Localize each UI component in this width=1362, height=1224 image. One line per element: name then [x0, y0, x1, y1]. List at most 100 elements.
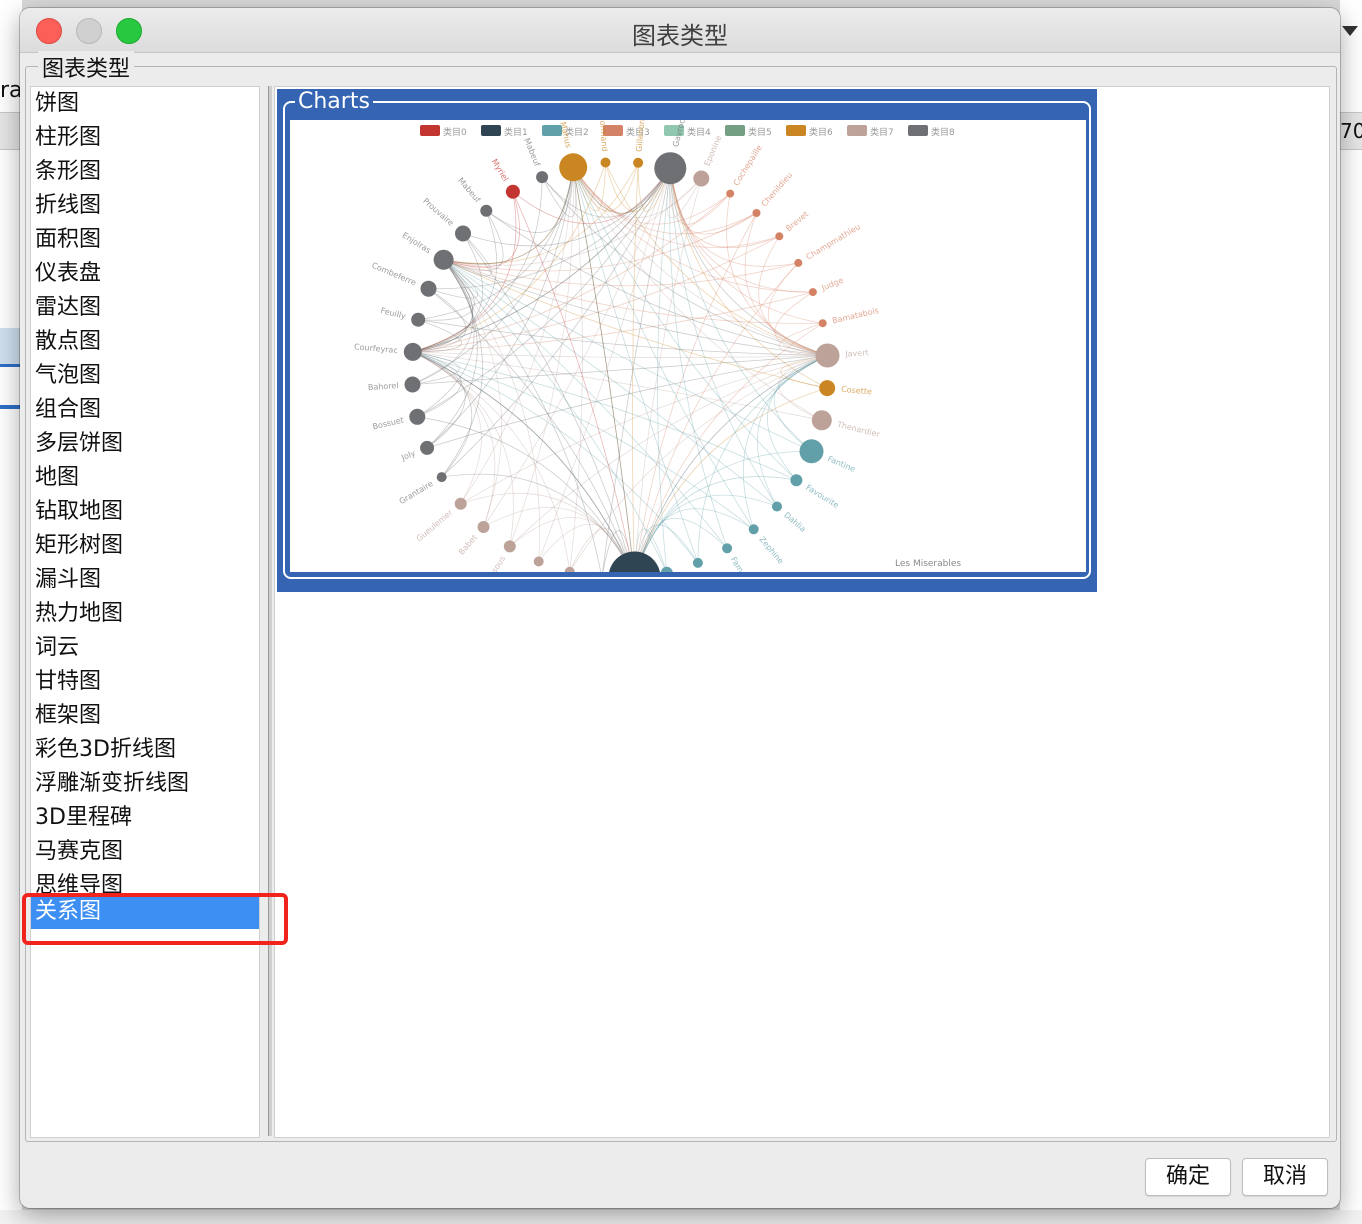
ok-button[interactable]: 确定 — [1145, 1158, 1231, 1196]
title-bar[interactable]: 图表类型 — [20, 8, 1340, 53]
graph-node — [477, 521, 490, 533]
chart-type-item[interactable]: 词云 — [31, 631, 259, 665]
graph-node-label: Champmathieu — [805, 222, 862, 261]
graph-node — [433, 249, 454, 270]
graph-node — [409, 408, 426, 425]
graph-node-label: Enjolras — [401, 231, 433, 255]
chart-preview-canvas: 类目0类目1类目2类目3类目4类目5类目6类目7类目8MabeufMariusM… — [290, 81, 1086, 653]
group-title: 图表类型 — [38, 51, 135, 83]
chart-type-item[interactable]: 折线图 — [31, 189, 259, 223]
graph-node-label: Mabeuf — [522, 137, 542, 168]
graph-node — [808, 288, 817, 297]
chart-type-item[interactable]: 气泡图 — [31, 359, 259, 393]
legend-label: 类目4 — [687, 126, 711, 138]
window-title: 图表类型 — [632, 22, 728, 50]
legend-swatch — [725, 125, 745, 136]
graph-edge — [443, 259, 828, 356]
chart-type-item[interactable]: 雷达图 — [31, 291, 259, 325]
cancel-button[interactable]: 取消 — [1242, 1158, 1328, 1196]
graph-node-label: Bossuet — [372, 416, 405, 432]
background-left-selection — [0, 328, 20, 367]
legend-label: 类目7 — [870, 126, 894, 138]
background-left-header — [0, 112, 22, 150]
graph-node-label: Feuilly — [380, 306, 407, 321]
chart-type-item[interactable]: 马赛克图 — [31, 835, 259, 869]
legend-swatch — [908, 125, 928, 136]
background-left-indicator — [0, 405, 20, 409]
legend-swatch — [481, 125, 501, 136]
chart-type-item[interactable]: 条形图 — [31, 155, 259, 189]
graph-node-label: Grantaire — [398, 479, 435, 506]
chart-type-item[interactable]: 甘特图 — [31, 665, 259, 699]
graph-node-label: Prouvaire — [421, 196, 455, 228]
graph-node-label: Combeferre — [370, 261, 417, 288]
legend-swatch — [542, 125, 562, 136]
chart-type-item[interactable]: 3D里程碑 — [31, 801, 259, 835]
graph-node — [505, 184, 520, 199]
chart-type-item[interactable]: 组合图 — [31, 393, 259, 427]
splitter[interactable] — [268, 86, 272, 1136]
graph-node — [503, 540, 516, 553]
chart-type-item[interactable]: 饼图 — [31, 87, 259, 121]
graph-node-label: Claquesous — [475, 554, 507, 572]
graph-node — [454, 497, 467, 510]
graph-edge — [412, 351, 482, 504]
chart-preview-panel: Charts 类目0 类目1 类目2 类目3 类目4 类目5 类目6 类目7 类目8 Mabeuf… — [274, 81, 1330, 1138]
chart-type-item[interactable]: 地图 — [31, 461, 259, 495]
legend-label: 类目6 — [809, 126, 833, 138]
graph-node-label: Eponine — [703, 134, 724, 167]
chart-type-item[interactable]: 面积图 — [31, 223, 259, 257]
graph-edge — [418, 167, 574, 321]
graph-node — [818, 319, 827, 328]
graph-node-label: Thenardier — [835, 420, 881, 440]
background-app-right — [1340, 0, 1362, 1224]
graph-node — [455, 225, 471, 242]
graph-node — [420, 280, 437, 297]
graph-node-label: Fameuil — [729, 555, 753, 572]
graph-node — [633, 157, 644, 168]
graph-node — [790, 474, 803, 487]
chart-preview-border: Charts 类目0 类目1 类目2 类目3 类目4 类目5 类目6 类目7 类目8 Mabeuf… — [283, 81, 1091, 653]
chart-type-list[interactable]: 饼图 柱形图 条形图 折线图 面积图 仪表盘 雷达图 散点图 气泡图 组合图 多层饼图 地图 钻取地图矩… — [30, 86, 260, 1138]
graph-node — [815, 343, 840, 368]
graph-node-label: Dahlia — [782, 510, 807, 534]
graph-edge — [412, 351, 571, 572]
graph-edges — [412, 162, 828, 578]
graph-edge — [605, 162, 828, 356]
graph-node-label: Favourite — [804, 483, 840, 510]
legend-label: 类目5 — [748, 126, 772, 138]
graph-node — [752, 209, 761, 217]
graph-node — [748, 524, 759, 535]
legend-label: 类目1 — [504, 126, 528, 138]
chart-type-item[interactable]: 多层饼图 — [31, 427, 259, 461]
chart-type-item[interactable]: 思维导图 — [31, 869, 259, 895]
chart-type-item[interactable]: 浮雕渐变折线图 — [31, 767, 259, 801]
chart-footer-label: Les Miserables — [895, 559, 961, 569]
graph-node — [411, 312, 426, 327]
graph-node-label: Brevet — [784, 210, 810, 234]
graph-node — [654, 152, 687, 185]
chart-type-item[interactable]: 彩色3D折线图 — [31, 733, 259, 767]
chart-type-item[interactable]: 钻取地图 — [31, 495, 259, 529]
legend-label: 类目8 — [931, 126, 955, 138]
chart-type-item[interactable]: 漏斗图 — [31, 563, 259, 597]
graph-edge — [412, 167, 574, 385]
chart-type-item[interactable]: 散点图 — [31, 325, 259, 359]
graph-edge — [443, 191, 520, 268]
graph-node-label: MlleGillenormand — [595, 120, 609, 152]
graph-node — [420, 440, 435, 455]
graph-node — [436, 472, 447, 483]
legend-swatch — [420, 125, 440, 136]
chart-type-item[interactable]: 柱形图 — [31, 121, 259, 155]
chart-type-item[interactable]: 框架图 — [31, 699, 259, 733]
chart-type-item[interactable]: 仪表盘 — [31, 257, 259, 291]
graph-node — [404, 376, 421, 393]
chart-type-item[interactable]: 矩形树图 — [31, 529, 259, 563]
graph-edge — [669, 168, 728, 549]
graph-node-label: Zephine — [757, 535, 785, 566]
graph-node-label: Blacheville — [698, 571, 723, 572]
chart-type-item[interactable]: 热力地图 — [31, 597, 259, 631]
chart-type-dialog: 图表类型 图表类型 饼图 柱形图 条形图 折线图 面积图 仪表盘 雷达图 散点图 气泡图 组合图多… — [20, 8, 1340, 1208]
graph-node-label: Montparnasse — [508, 570, 538, 572]
graph-edge — [744, 212, 828, 356]
